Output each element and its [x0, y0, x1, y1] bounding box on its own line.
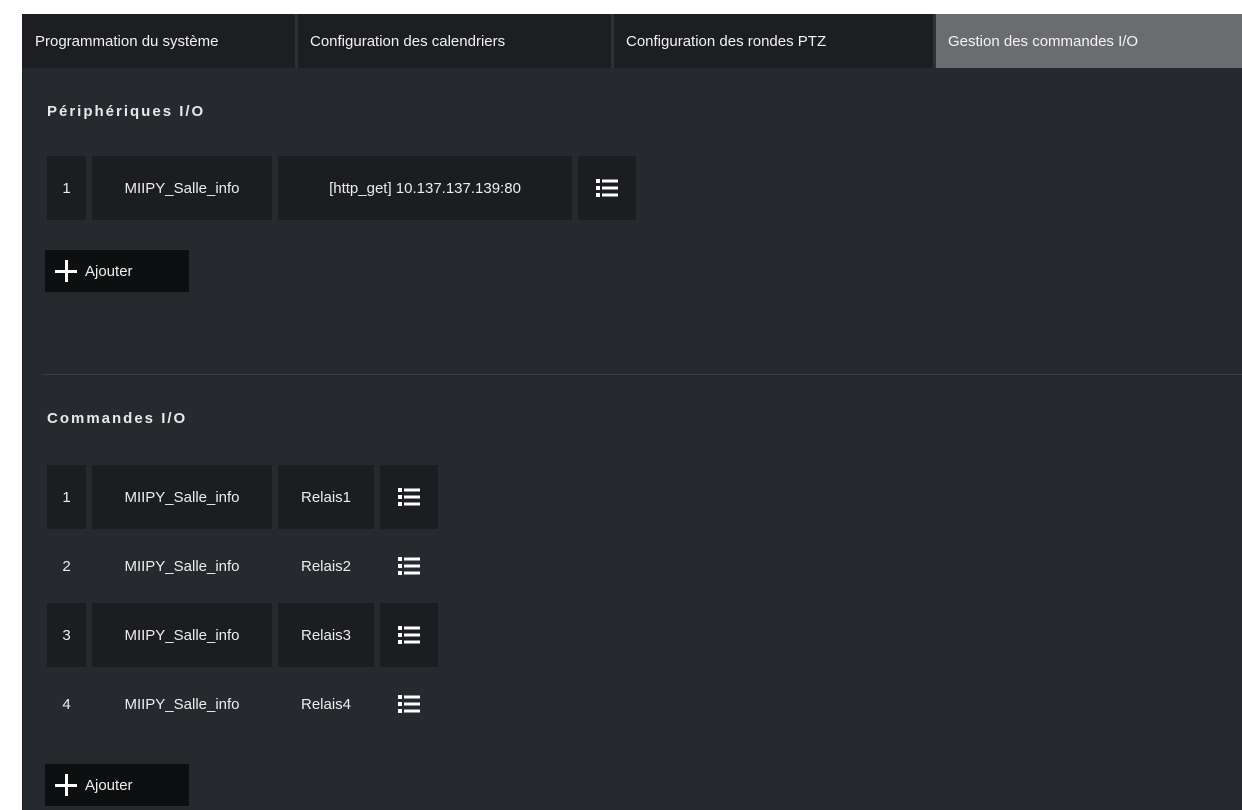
tab-bar: Programmation du système Configuration d… [23, 14, 1242, 68]
peripheral-name: MIIPY_Salle_info [92, 156, 272, 220]
list-icon [398, 487, 420, 507]
add-command-button[interactable]: Ajouter [45, 764, 189, 806]
command-relay: Relais4 [300, 695, 352, 713]
command-device-name: MIIPY_Salle_info [124, 695, 240, 713]
command-relay: Relais3 [278, 603, 374, 667]
peripheral-number: 1 [47, 156, 86, 220]
command-number: 2 [62, 557, 71, 575]
command-menu-button[interactable] [380, 672, 438, 736]
command-relay: Relais2 [300, 557, 352, 575]
command-device-name: MIIPY_Salle_info [92, 603, 272, 667]
list-icon [596, 178, 618, 198]
command-row[interactable]: 1 MIIPY_Salle_info Relais1 [47, 465, 444, 529]
command-number: 1 [47, 465, 86, 529]
command-relay: Relais1 [278, 465, 374, 529]
commands-section-title: Commandes I/O [47, 410, 188, 427]
tab-ptz-rounds-config[interactable]: Configuration des rondes PTZ [614, 14, 936, 68]
peripheral-row[interactable]: 1 MIIPY_Salle_info [http_get] 10.137.137… [47, 156, 642, 220]
peripherals-section-title: Périphériques I/O [47, 103, 206, 120]
list-icon [398, 694, 420, 714]
command-number: 3 [47, 603, 86, 667]
command-menu-button[interactable] [380, 603, 438, 667]
add-peripheral-label: Ajouter [85, 262, 133, 280]
command-device-name: MIIPY_Salle_info [124, 557, 240, 575]
plus-icon [55, 260, 77, 282]
add-command-label: Ajouter [85, 776, 133, 794]
list-icon [398, 556, 420, 576]
command-menu-button[interactable] [380, 534, 438, 598]
tab-system-programming[interactable]: Programmation du système [23, 14, 298, 68]
tab-calendar-config[interactable]: Configuration des calendriers [298, 14, 614, 68]
peripheral-address: [http_get] 10.137.137.139:80 [278, 156, 572, 220]
command-device-name: MIIPY_Salle_info [92, 465, 272, 529]
peripheral-menu-button[interactable] [578, 156, 636, 220]
tab-io-commands[interactable]: Gestion des commandes I/O [936, 14, 1242, 68]
add-peripheral-button[interactable]: Ajouter [45, 250, 189, 292]
plus-icon [55, 774, 77, 796]
command-row[interactable]: 3 MIIPY_Salle_info Relais3 [47, 603, 444, 667]
io-management-panel: Programmation du système Configuration d… [22, 14, 1242, 810]
list-icon [398, 625, 420, 645]
page-background: Programmation du système Configuration d… [0, 0, 1242, 810]
command-row[interactable]: 2 MIIPY_Salle_info Relais2 [47, 534, 444, 598]
command-row[interactable]: 4 MIIPY_Salle_info Relais4 [47, 672, 444, 736]
command-menu-button[interactable] [380, 465, 438, 529]
section-divider [43, 374, 1242, 375]
command-number: 4 [62, 695, 71, 713]
